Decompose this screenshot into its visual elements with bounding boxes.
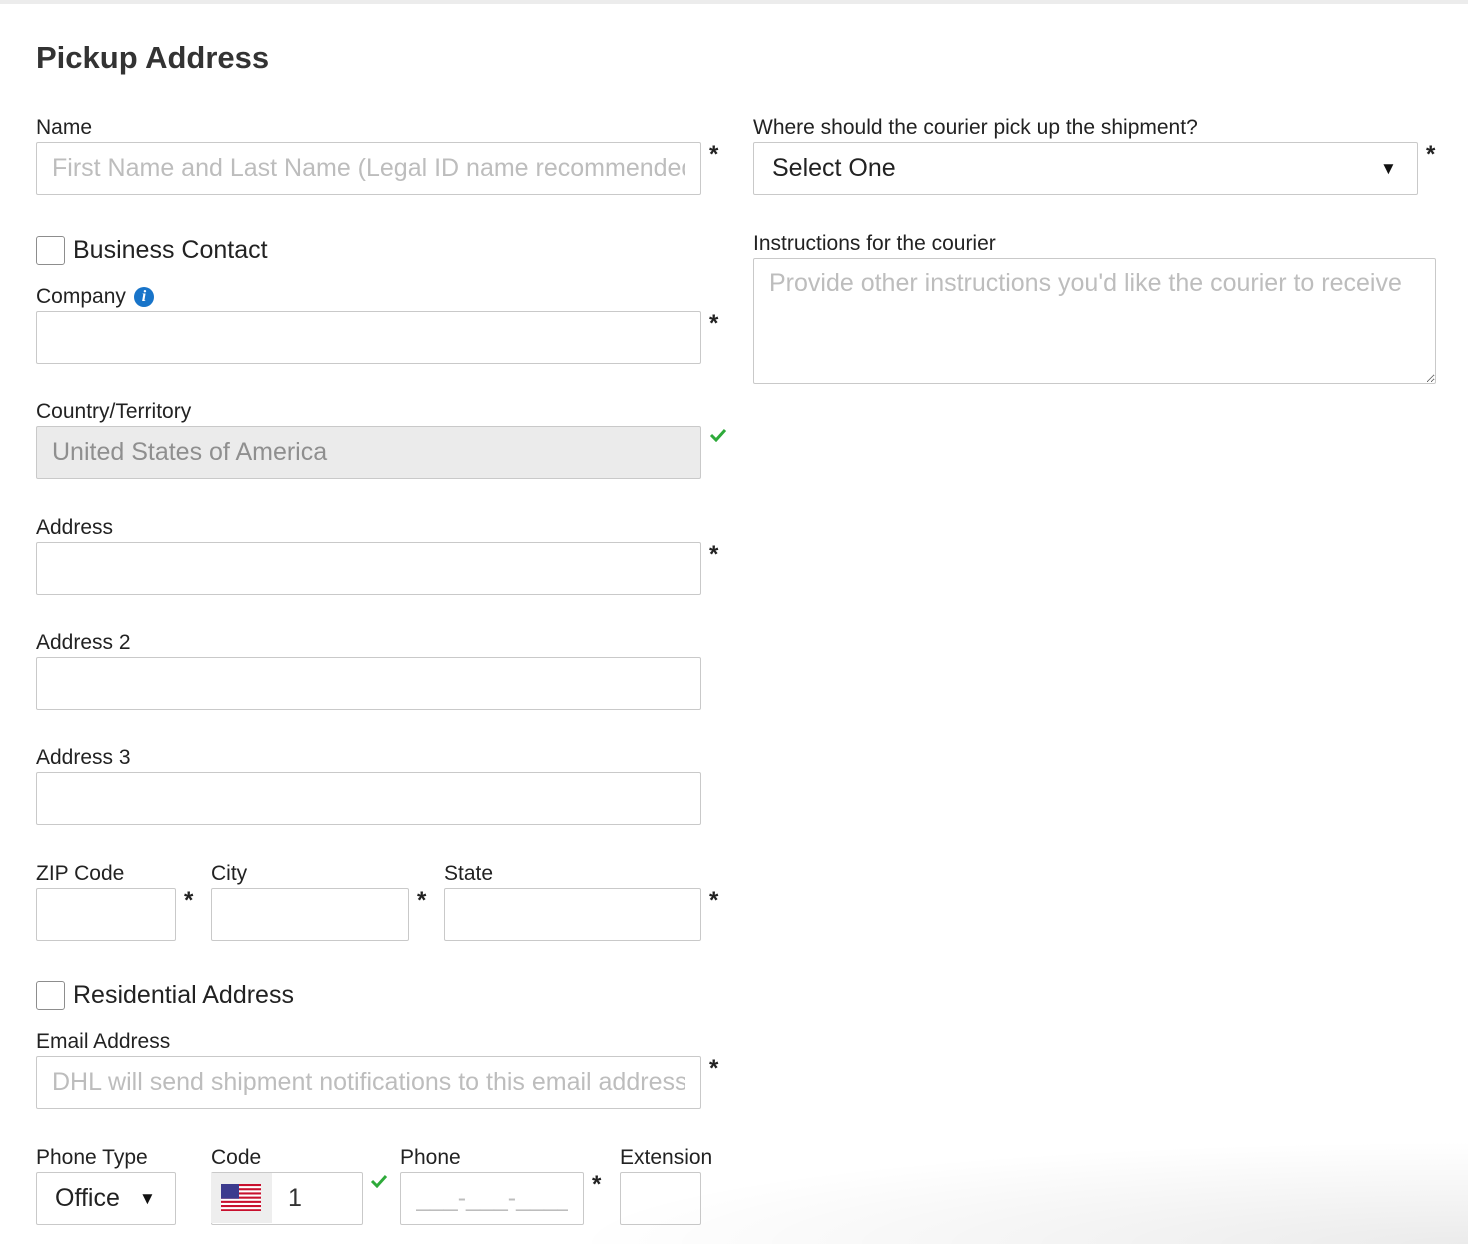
name-required-asterisk: *: [709, 141, 719, 168]
info-icon[interactable]: i: [134, 287, 154, 307]
valid-check-icon: [709, 428, 727, 442]
company-label: Company: [36, 285, 126, 308]
city-label: City: [211, 862, 248, 885]
phone-input[interactable]: [400, 1172, 584, 1225]
address-required-asterisk: *: [709, 541, 719, 568]
phone-type-label: Phone Type: [36, 1146, 148, 1169]
email-label: Email Address: [36, 1030, 171, 1053]
pickup-location-select[interactable]: Select One: [753, 142, 1418, 195]
email-required-asterisk: *: [709, 1055, 719, 1082]
instructions-textarea[interactable]: [753, 258, 1436, 384]
email-input[interactable]: [36, 1056, 701, 1109]
chevron-down-icon: ▼: [1380, 159, 1397, 178]
address-input[interactable]: [36, 542, 701, 595]
city-required-asterisk: *: [417, 887, 427, 914]
pickup-location-value: Select One: [772, 154, 896, 182]
company-input[interactable]: [36, 311, 701, 364]
top-divider: [0, 0, 1468, 4]
country-field: [36, 426, 701, 479]
code-label: Code: [211, 1146, 262, 1169]
pickup-location-label: Where should the courier pick up the shi…: [753, 116, 1198, 139]
zip-input[interactable]: [36, 888, 176, 941]
address2-label: Address 2: [36, 631, 131, 654]
state-input[interactable]: [444, 888, 701, 941]
address2-input[interactable]: [36, 657, 701, 710]
extension-label: Extension: [620, 1146, 713, 1169]
address-label: Address: [36, 516, 114, 539]
country-label: Country/Territory: [36, 400, 192, 423]
phone-required-asterisk: *: [592, 1171, 602, 1198]
phone-label: Phone: [400, 1146, 461, 1169]
zip-required-asterisk: *: [184, 887, 194, 914]
business-contact-label: Business Contact: [73, 236, 268, 264]
residential-address-label: Residential Address: [73, 981, 294, 1009]
phone-type-value: Office: [55, 1184, 120, 1212]
address3-input[interactable]: [36, 772, 701, 825]
instructions-label: Instructions for the courier: [753, 232, 996, 255]
page-title: Pickup Address: [36, 40, 270, 75]
company-required-asterisk: *: [709, 310, 719, 337]
pickup-location-required-asterisk: *: [1426, 141, 1436, 168]
valid-check-icon: [370, 1174, 388, 1188]
state-required-asterisk: *: [709, 887, 719, 914]
us-flag-icon[interactable]: [221, 1184, 261, 1211]
extension-input[interactable]: [620, 1172, 701, 1225]
city-input[interactable]: [211, 888, 409, 941]
business-contact-checkbox[interactable]: [36, 236, 65, 265]
state-label: State: [444, 862, 494, 885]
name-label: Name: [36, 116, 93, 139]
name-input[interactable]: [36, 142, 701, 195]
address3-label: Address 3: [36, 746, 131, 769]
zip-label: ZIP Code: [36, 862, 125, 885]
residential-address-checkbox[interactable]: [36, 981, 65, 1010]
chevron-down-icon: ▼: [139, 1189, 156, 1208]
